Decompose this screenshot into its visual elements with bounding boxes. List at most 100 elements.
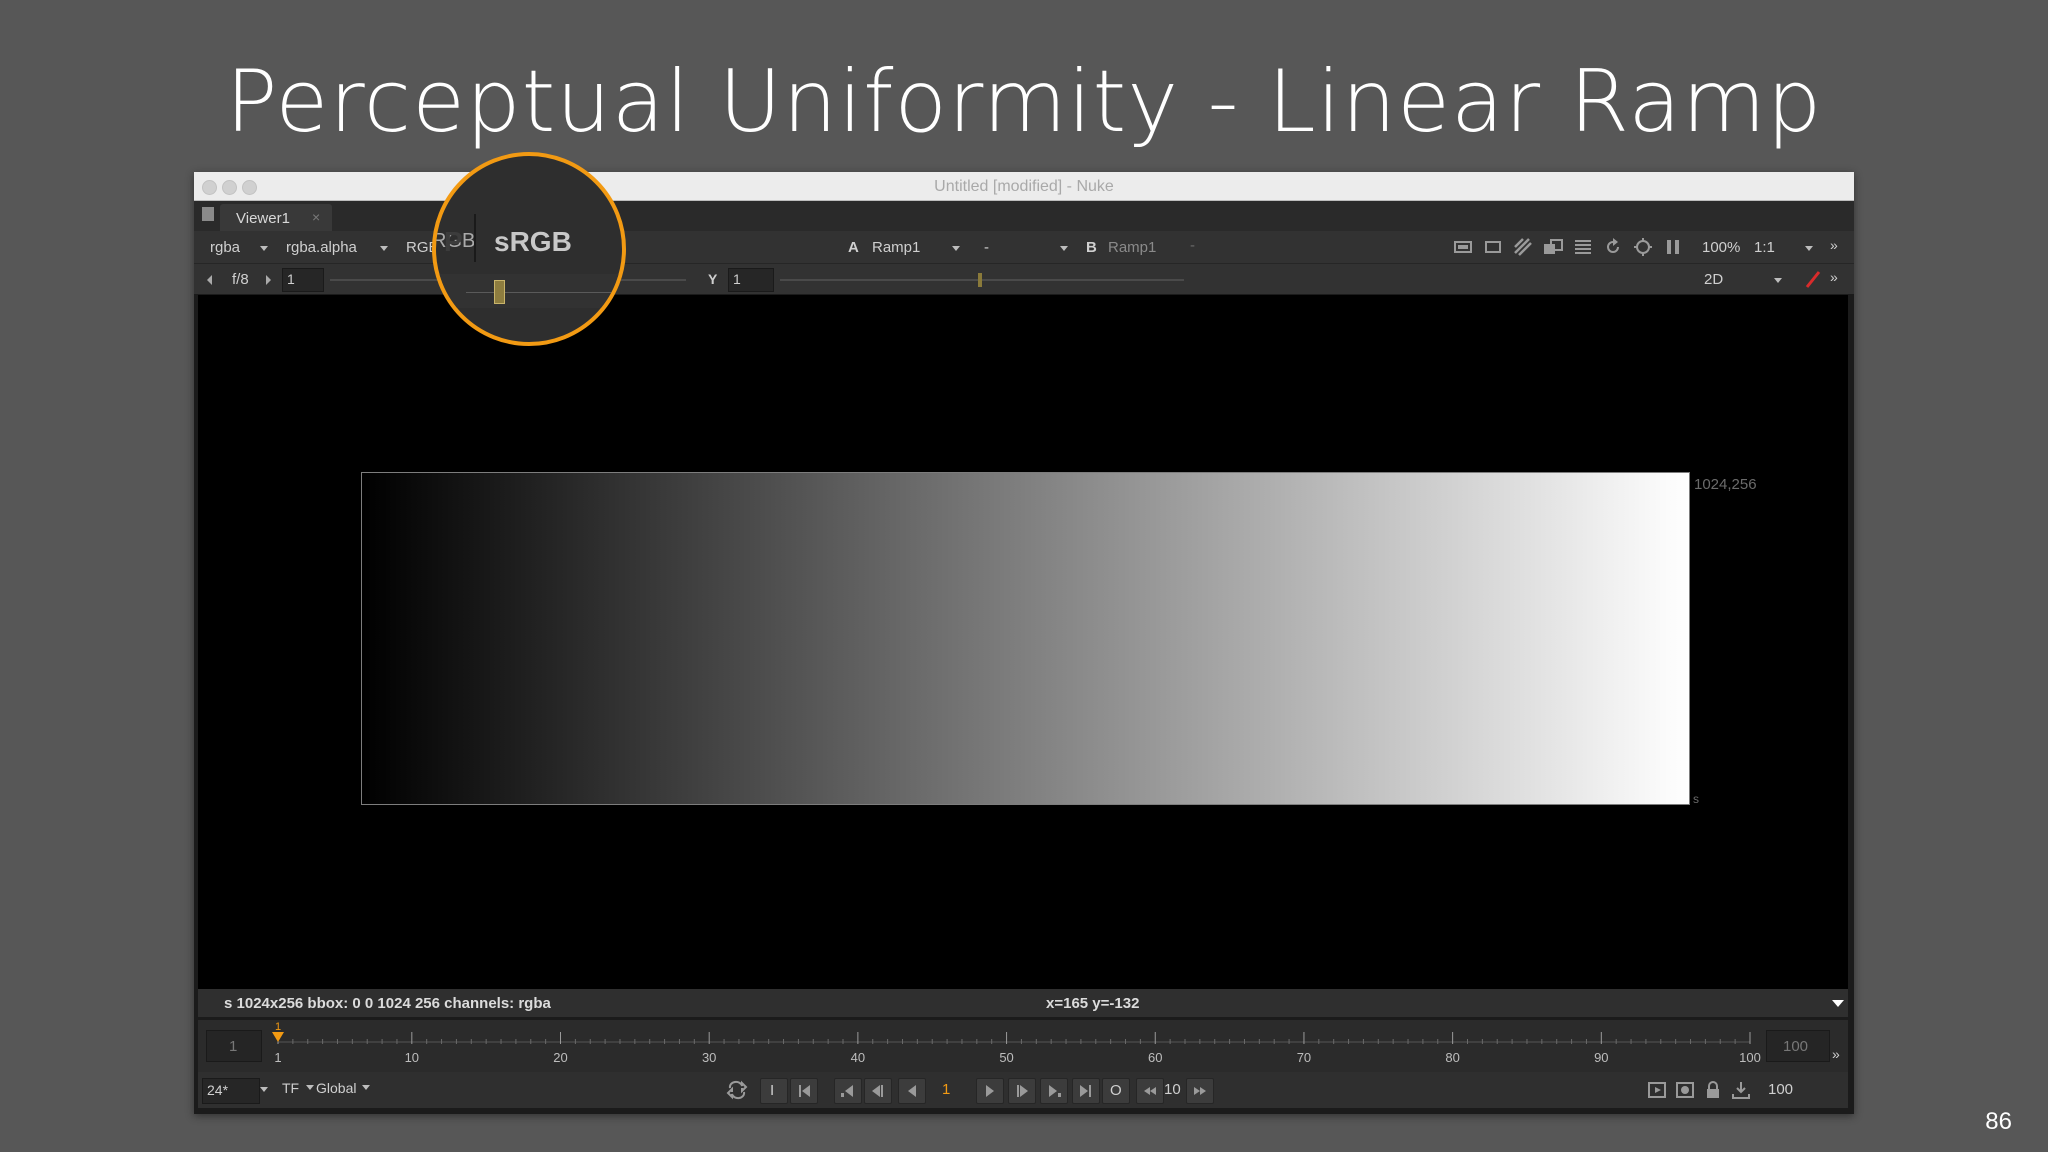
title-bar: Untitled [modified] - Nuke bbox=[194, 172, 1854, 201]
fstop-decrement-icon[interactable] bbox=[202, 269, 224, 291]
play-backward-icon bbox=[908, 1085, 916, 1097]
rewind-icon bbox=[1144, 1087, 1156, 1095]
magnified-icon-glyph: P bbox=[444, 226, 463, 257]
close-tab-icon[interactable]: × bbox=[312, 209, 320, 225]
timeline-overflow-icon[interactable]: » bbox=[1832, 1046, 1840, 1062]
input-b-dropdown[interactable]: Ramp1 bbox=[1108, 239, 1156, 256]
ruler-tick-label: 30 bbox=[702, 1050, 716, 1065]
loop-mode-icon[interactable] bbox=[726, 1079, 748, 1101]
play-forward-button[interactable] bbox=[976, 1078, 1004, 1104]
ruler-tick-label: 100 bbox=[1739, 1050, 1761, 1065]
channels-dropdown[interactable]: rgba bbox=[210, 239, 240, 256]
window-title: Untitled [modified] - Nuke bbox=[934, 178, 1114, 195]
roi-icon[interactable] bbox=[1452, 236, 1474, 258]
pane-menu-icon[interactable] bbox=[202, 207, 214, 221]
magnified-slider-track bbox=[466, 292, 616, 293]
proxy-icon[interactable] bbox=[1632, 236, 1654, 258]
info-expand-icon[interactable] bbox=[1832, 1000, 1844, 1007]
scanlines-icon[interactable] bbox=[1572, 236, 1594, 258]
set-in-point-button[interactable]: I bbox=[760, 1078, 788, 1104]
next-keyframe-icon bbox=[1049, 1085, 1061, 1097]
toolbar-overflow-icon[interactable]: » bbox=[1830, 269, 1838, 285]
magnifier-callout: RGB P sRGB bbox=[432, 152, 626, 346]
pause-icon[interactable] bbox=[1662, 236, 1684, 258]
chevron-down-icon bbox=[1805, 246, 1813, 251]
current-frame[interactable]: 1 bbox=[942, 1081, 950, 1098]
play-backward-button[interactable] bbox=[898, 1078, 926, 1104]
first-frame-button[interactable] bbox=[790, 1078, 818, 1104]
fps-field[interactable]: 24* bbox=[202, 1078, 260, 1104]
chevron-down-icon bbox=[260, 1087, 268, 1092]
frame-ruler[interactable]: 1 10 20 30 40 50 60 70 80 90 100 1 bbox=[264, 1020, 1764, 1072]
gamma-slider-handle[interactable] bbox=[978, 273, 982, 287]
step-forward-increment-button[interactable] bbox=[1186, 1078, 1214, 1104]
fps-value: 24* bbox=[207, 1082, 229, 1098]
step-back-increment-button[interactable] bbox=[1136, 1078, 1164, 1104]
alpha-channel-dropdown[interactable]: rgba.alpha bbox=[286, 239, 357, 256]
frame-increment[interactable]: 10 bbox=[1164, 1081, 1181, 1098]
compare-mode-dropdown[interactable]: - bbox=[984, 239, 989, 256]
wipe-icon[interactable] bbox=[1542, 236, 1564, 258]
zoom-level[interactable]: 100% bbox=[1702, 239, 1740, 256]
viewer-canvas[interactable]: 1024,256 s bbox=[198, 295, 1848, 989]
step-forward-button[interactable] bbox=[1008, 1078, 1036, 1104]
toolbar-overflow-icon[interactable]: » bbox=[1830, 237, 1838, 253]
chevron-down-icon bbox=[1060, 246, 1068, 251]
input-b-option[interactable]: - bbox=[1190, 237, 1195, 254]
render-icon[interactable] bbox=[1730, 1079, 1752, 1101]
out-frame-field[interactable]: 100 bbox=[1766, 1030, 1830, 1062]
info-bar: s 1024x256 bbox: 0 0 1024 256 channels: … bbox=[198, 989, 1848, 1017]
in-frame-field[interactable]: 1 bbox=[206, 1030, 262, 1062]
paint-brush-icon[interactable] bbox=[1802, 268, 1824, 290]
view-mode-dropdown[interactable]: 2D bbox=[1704, 271, 1723, 288]
slide-title: Perceptual Uniformity - Linear Ramp bbox=[225, 52, 1823, 152]
next-keyframe-button[interactable] bbox=[1040, 1078, 1068, 1104]
input-b-label: B bbox=[1086, 239, 1097, 256]
step-back-button[interactable] bbox=[864, 1078, 892, 1104]
chevron-down-icon bbox=[1774, 278, 1782, 283]
ruler-tick-label: 60 bbox=[1148, 1050, 1162, 1065]
timeline: 1 1 10 20 30 40 50 60 70 80 90 100 1 100 » bbox=[198, 1020, 1848, 1072]
lock-icon[interactable] bbox=[1702, 1079, 1724, 1101]
set-in-point-label: I bbox=[770, 1082, 775, 1099]
set-out-point-button[interactable]: O bbox=[1102, 1078, 1130, 1104]
current-frame-marker-label: 1 bbox=[275, 1021, 281, 1033]
step-forward-icon bbox=[1017, 1085, 1028, 1097]
slide-page-number: 86 bbox=[1985, 1108, 2012, 1135]
tab-viewer1[interactable]: Viewer1 × bbox=[220, 204, 332, 231]
ruler-tick-label: 1 bbox=[274, 1050, 281, 1065]
overlay-icon[interactable] bbox=[1482, 236, 1504, 258]
previous-keyframe-icon bbox=[841, 1085, 853, 1097]
gamma-slider[interactable] bbox=[780, 273, 1184, 287]
skip-to-end-icon bbox=[1080, 1085, 1091, 1097]
refresh-icon[interactable] bbox=[1602, 236, 1624, 258]
capture-icon[interactable] bbox=[1674, 1079, 1696, 1101]
magnified-divider bbox=[474, 214, 476, 262]
linear-ramp-image bbox=[361, 472, 1690, 805]
tab-label: Viewer1 bbox=[236, 210, 290, 227]
pixel-ratio-dropdown[interactable]: 1:1 bbox=[1754, 239, 1775, 256]
magnified-toolbar-row bbox=[436, 274, 622, 308]
colorspace-dropdown[interactable]: sRGB bbox=[494, 226, 572, 258]
global-dropdown[interactable]: Global bbox=[316, 1080, 356, 1096]
fstop-increment-icon[interactable] bbox=[258, 269, 280, 291]
input-a-dropdown[interactable]: Ramp1 bbox=[872, 239, 920, 256]
chevron-down-icon bbox=[362, 1085, 370, 1090]
clipping-warning-icon[interactable] bbox=[1512, 236, 1534, 258]
flipbook-icon[interactable] bbox=[1646, 1079, 1668, 1101]
last-frame-button[interactable] bbox=[1072, 1078, 1100, 1104]
tf-dropdown[interactable]: TF bbox=[282, 1080, 299, 1096]
nuke-window: Untitled [modified] - Nuke Viewer1 × rgb… bbox=[194, 172, 1854, 1114]
out-frame-value: 100 bbox=[1783, 1038, 1809, 1055]
gamma-input[interactable]: 1 bbox=[728, 268, 774, 292]
gamma-value: 1 bbox=[733, 271, 741, 287]
ruler-tick-label: 70 bbox=[1297, 1050, 1311, 1065]
previous-keyframe-button[interactable] bbox=[834, 1078, 862, 1104]
gain-input[interactable]: 1 bbox=[282, 268, 324, 292]
chevron-down-icon bbox=[306, 1085, 314, 1090]
format-name-label: s bbox=[1693, 792, 1699, 806]
step-back-icon bbox=[872, 1085, 883, 1097]
format-corner-label: 1024,256 bbox=[1694, 476, 1757, 493]
end-frame-value[interactable]: 100 bbox=[1768, 1081, 1793, 1098]
current-frame-marker[interactable] bbox=[272, 1032, 284, 1042]
